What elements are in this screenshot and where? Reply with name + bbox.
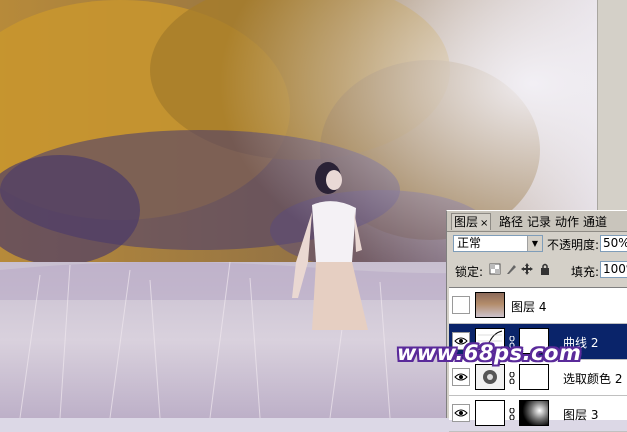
layer-row-layer-4[interactable]: 图层 4: [449, 288, 627, 324]
eye-icon[interactable]: [452, 368, 470, 386]
link-icon[interactable]: [509, 408, 515, 420]
layer-name: 图层 3: [563, 408, 599, 422]
visibility-toggle-empty[interactable]: [452, 296, 470, 314]
fill-label: 填充:: [571, 265, 600, 279]
layer-name: 选取颜色 2: [563, 372, 623, 386]
canvas-gutter: [597, 0, 627, 210]
layer-name: 图层 4: [511, 300, 547, 314]
layer-row-layer-3[interactable]: 图层 3: [449, 396, 627, 432]
opacity-field[interactable]: 50%: [600, 235, 627, 252]
eye-icon[interactable]: [452, 404, 470, 422]
layers-panel: 图层× 路径 记录 动作 通道 正常 ▼ 不透明度: 50% 锁定: 填充: 1…: [446, 210, 627, 432]
fill-field[interactable]: 100%: [600, 261, 627, 278]
layer-mask-thumbnail[interactable]: [519, 364, 549, 390]
tab-layers[interactable]: 图层 ×: [451, 213, 492, 230]
watermark: www.68ps.com: [397, 341, 582, 365]
tab-paths[interactable]: 路径: [499, 214, 523, 230]
white-thumbnail: [475, 400, 505, 426]
lock-transparent-pixels-icon[interactable]: [489, 263, 501, 275]
tab-history[interactable]: 记录: [527, 214, 551, 230]
panel-tabs: 图层 × 路径 记录 动作 通道: [447, 211, 627, 232]
tab-channels[interactable]: 通道: [583, 214, 607, 230]
lock-label: 锁定:: [455, 265, 484, 279]
close-icon[interactable]: ×: [480, 218, 488, 229]
blend-mode-select[interactable]: 正常 ▼: [453, 235, 543, 252]
selective-color-icon: [475, 364, 505, 390]
lock-image-pixels-icon[interactable]: [505, 263, 517, 275]
photo-thumbnail: [475, 292, 505, 318]
tab-actions[interactable]: 动作: [555, 214, 579, 230]
layer-row-selective-color-2[interactable]: 选取颜色 2: [449, 360, 627, 396]
lock-all-icon[interactable]: [539, 263, 551, 275]
link-icon[interactable]: [509, 372, 515, 384]
chevron-down-icon[interactable]: ▼: [527, 236, 542, 251]
gradient-thumbnail[interactable]: [519, 400, 549, 426]
opacity-label: 不透明度:: [547, 238, 600, 252]
lock-position-icon[interactable]: [521, 263, 533, 275]
